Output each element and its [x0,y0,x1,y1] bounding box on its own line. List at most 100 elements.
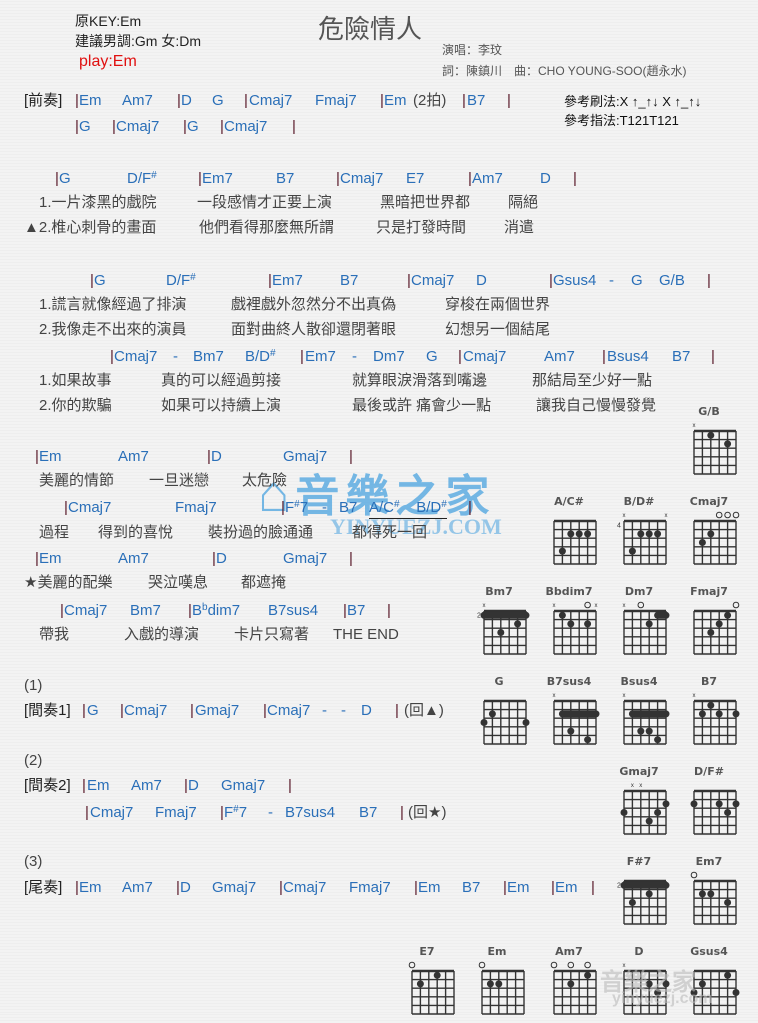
lyric: 美麗的情節 [39,472,115,489]
chord-diagram-name: Bbdim7 [545,585,593,598]
lyric: 2.你的欺騙 [39,397,112,414]
chord: Fmaj7 [349,879,391,896]
chord: Em [39,448,62,465]
chord: D [540,170,551,187]
interlude1-row: [間奏1] | G | Cmaj7 | Gmaj7 | Cmaj7 - - D | (回… [24,702,444,719]
intro-row-1: [前奏] | Em Am7 | D G | Cmaj7 Fmaj7 | Em (2拍) … [24,92,511,109]
barre [558,710,600,718]
chord-diagram: B/D# x x 4 [614,495,668,573]
chord: F#7 [285,499,309,516]
finger-dot [567,620,575,628]
finger-dot [488,710,496,718]
chord: G [187,118,199,135]
chord-diagram: E7 [402,945,455,1023]
open-mark [690,871,698,879]
finger-dot [654,530,662,538]
lyric: 太危險 [242,472,288,489]
chord: D/F# [166,272,196,289]
chord: B7sus4 [285,804,336,821]
chord-diagram-name: G/B [698,405,720,418]
chorus-row1-chords: | Em Am7 | D Gmaj7 | [35,448,353,465]
mute-mark: x [623,603,626,609]
lyric: 過程 [39,524,70,541]
chord-grid: x2 [477,603,530,655]
chord-grid [693,601,740,655]
finger-dot [732,710,740,718]
chord-diagram-name: B7 [700,675,718,688]
chord-grid [690,871,737,925]
chord: G [87,702,99,719]
outro-row: [尾奏] | Em Am7 | D Gmaj7 | Cmaj7 Fmaj7 | Em B… [24,879,595,896]
barre [480,611,530,619]
chord: Gmaj7 [195,702,240,719]
chord-grid [693,511,740,565]
barre [620,881,670,889]
lyric: 裝扮過的臉通通 [208,524,314,541]
section-tag-interlude1: [間奏1] [24,702,71,719]
chord: - [173,348,178,365]
lyric: 隔絕 [508,194,539,211]
chord-diagram: Em [472,945,525,1023]
chord: B7 [340,272,359,289]
repeat-instruction: (回★) [408,804,447,821]
chord: Em [384,92,407,109]
chord: - [609,272,614,289]
lyric: 他們看得那麼無所謂 [199,219,335,236]
section-number-3: (3) [24,853,43,870]
chord: B7 [339,499,358,516]
chord-diagram-name: Bsus4 [620,675,658,688]
lyric: 黑暗把世界都 [380,194,471,211]
finger-dot [645,530,653,538]
chord-diagram-name: Dm7 [624,585,654,598]
chord: Cmaj7 [249,92,293,109]
chorus-row2-lyrics: 過程 得到的喜悅 裝扮過的臉通通 都得死一回 [0,523,520,543]
fret-number: 2 [617,882,621,889]
repeat-instruction: (回▲) [404,702,444,719]
mute-mark: x [623,693,626,699]
finger-dot [645,727,653,735]
song-title: 危險情人 [318,14,423,44]
chord-diagram: Bm7 x 2 [474,585,530,663]
chord: Bm7 [193,348,224,365]
lyric: 2.我像走不出來的演員 [39,321,187,338]
chord: Em [79,92,102,109]
chord: Cmaj7 [68,499,112,516]
suggested-key: 建議男調:Gm 女:Dm [75,33,201,49]
chord: Bm7 [130,602,161,619]
finger-dot [698,710,706,718]
chord-grid [480,699,530,745]
lyric: 卡片只寫著 [234,626,310,643]
mute-mark: x [631,783,634,789]
chord: G [212,92,224,109]
finger-pattern: 參考指法:T121T121 [564,113,679,128]
lyric: 哭泣嘆息 [148,574,209,591]
chord-diagram-name: E7 [419,945,435,958]
chord: Em [418,879,441,896]
finger-dot [654,809,662,816]
section-number-1: (1) [24,677,43,694]
chord-diagram: G/B x [684,405,737,483]
lyric: 最後或許 痛會少一點 [352,397,492,414]
chord: G/B [659,272,685,289]
chord: Em [555,879,578,896]
finger-dot [416,980,424,988]
chord: Dm7 [373,348,405,365]
section-tag-outro: [尾奏] [24,879,63,896]
barre [628,710,670,718]
finger-dot [707,629,715,636]
chord: Cmaj7 [64,602,108,619]
finger-dot [575,530,583,538]
finger-dot [732,989,740,996]
chord-grid: x [623,693,670,745]
chorus-row4-lyrics: 帶我 入戲的導演 卡片只寫著 THE END [0,625,420,645]
chord-diagram: Em7 [684,855,737,933]
chord-grid [550,961,597,1015]
mute-mark: x [483,603,486,609]
finger-dot [584,736,592,744]
watermark-corner-url: yinyuezj.com [612,990,713,1007]
strum-pattern: 參考刷法:X ↑_↑↓ X ↑_↑↓ [564,94,702,109]
beat-note: (2拍) [413,92,447,109]
finger-dot [584,971,592,979]
chord: Am7 [122,92,153,109]
finger-dot [567,727,575,735]
